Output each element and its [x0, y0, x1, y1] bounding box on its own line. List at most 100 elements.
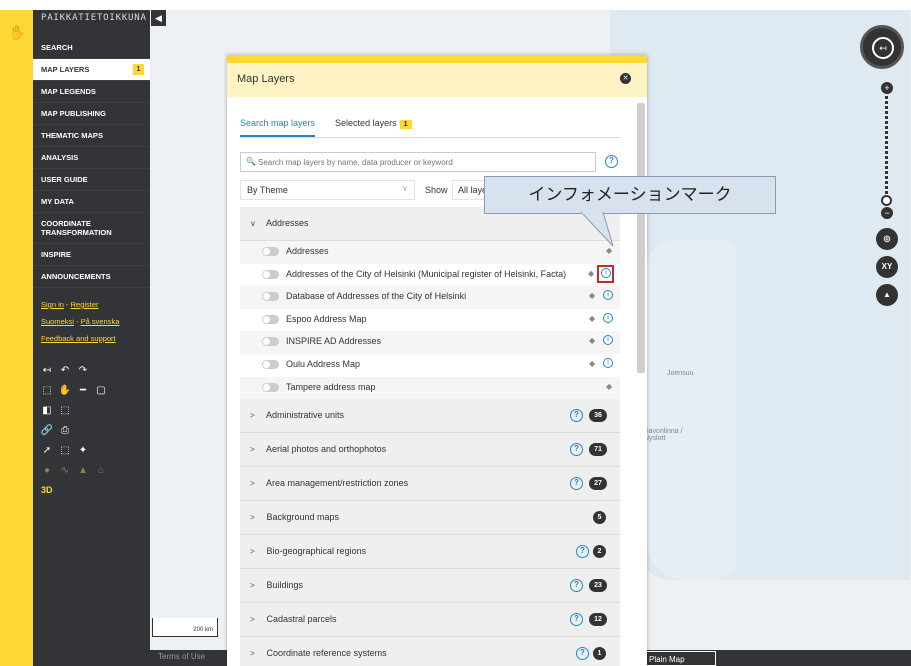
plain-map-button[interactable]: Plain Map: [640, 651, 716, 666]
map-label-savonlinna: Savonlinna / Nyslott: [644, 428, 683, 442]
sidebar-item-map-layers[interactable]: MAP LAYERS 1: [33, 59, 150, 81]
panel-scrollbar[interactable]: [637, 103, 645, 373]
three-d-button[interactable]: 3D: [41, 485, 53, 495]
info-icon[interactable]: i: [603, 357, 613, 368]
north-arrow-icon[interactable]: ▲: [876, 284, 898, 306]
feature-info-icon[interactable]: ✦: [77, 444, 89, 456]
group-cadastral-parcels[interactable]: > Cadastral parcels ? 12: [240, 603, 620, 638]
print-icon[interactable]: ⎙: [59, 424, 71, 436]
map-print-area-icon[interactable]: ◧: [41, 404, 53, 416]
sidebar-item-my-data[interactable]: MY DATA: [33, 191, 150, 213]
layer-toggle[interactable]: [262, 359, 279, 369]
zoom-slider-handle[interactable]: [881, 195, 892, 206]
help-icon[interactable]: ?: [570, 443, 583, 457]
grouping-select[interactable]: By Theme ∨: [240, 180, 415, 200]
zoom-in-button[interactable]: +: [881, 82, 893, 94]
group-coordinate-reference-systems[interactable]: > Coordinate reference systems ? 1: [240, 637, 620, 666]
sidebar-item-search[interactable]: SEARCH: [33, 37, 150, 59]
sign-in-link[interactable]: Sign in: [41, 300, 64, 309]
panel-title: Map Layers: [237, 73, 295, 85]
layer-edit-icon: ⌂: [97, 464, 105, 476]
layer-name: Addresses: [286, 246, 329, 256]
sidebar-item-analysis[interactable]: ANALYSIS: [33, 147, 150, 169]
layer-toggle[interactable]: [262, 382, 279, 392]
sidebar-item-map-legends[interactable]: MAP LEGENDS: [33, 81, 150, 103]
group-administrative-units[interactable]: > Administrative units ? 36: [240, 399, 620, 434]
help-icon[interactable]: ?: [570, 579, 583, 593]
brand-title: PAIKKATIETOIKKUNA: [41, 13, 147, 23]
callout-pointer: [581, 212, 614, 247]
layer-toggle[interactable]: [262, 269, 279, 279]
layer-stack-icon: ◆: [589, 291, 596, 301]
logo-icon: ✋: [8, 24, 26, 40]
help-icon[interactable]: ?: [576, 545, 589, 559]
sidebar-item-coordinate-transformation[interactable]: COORDINATE TRANSFORMATION: [33, 213, 150, 244]
layer-toggle[interactable]: [262, 247, 279, 256]
panel-tabs: Search map layers Selected layers 1: [240, 114, 621, 138]
help-icon[interactable]: ?: [605, 155, 618, 168]
help-icon[interactable]: ?: [570, 409, 583, 423]
sidebar-item-thematic-maps[interactable]: THEMATIC MAPS: [33, 125, 150, 147]
layer-toggle[interactable]: [262, 292, 279, 302]
sidebar-item-announcements[interactable]: ANNOUNCEMENTS: [33, 266, 150, 288]
group-area-management[interactable]: > Area management/restriction zones ? 27: [240, 467, 620, 502]
tab-search-map-layers[interactable]: Search map layers: [240, 114, 316, 137]
marker-icon[interactable]: ➚: [41, 444, 53, 456]
register-link[interactable]: Register: [71, 300, 99, 309]
layer-count-badge: 36: [589, 409, 607, 423]
select-feature-icon[interactable]: ⬚: [59, 444, 71, 456]
collapse-sidebar-button[interactable]: ◀: [151, 10, 166, 26]
compass-control[interactable]: ↤: [860, 25, 904, 69]
scale-bar: 200 km: [152, 618, 218, 637]
measure-area-icon[interactable]: ▢: [95, 384, 107, 396]
draw-point-icon: ●: [43, 464, 51, 476]
group-bio-geographical-regions[interactable]: > Bio-geographical regions ? 2: [240, 535, 620, 570]
info-icon[interactable]: i: [603, 335, 613, 346]
tab-selected-layers[interactable]: Selected layers 1: [335, 114, 412, 137]
chevron-right-icon: >: [250, 411, 255, 421]
layer-count-badge: 71: [589, 443, 607, 457]
zoom-slider[interactable]: [885, 96, 888, 204]
select-area-icon[interactable]: ⬚: [59, 404, 71, 416]
draw-area-icon: ▲: [78, 464, 88, 476]
show-label: Show: [425, 185, 448, 195]
pan-icon[interactable]: ✋: [59, 384, 71, 396]
map-layers-panel: Map Layers ✕ Search map layers Selected …: [227, 55, 647, 666]
group-buildings[interactable]: > Buildings ? 23: [240, 569, 620, 604]
help-icon[interactable]: ?: [570, 477, 583, 491]
help-icon[interactable]: ?: [576, 647, 589, 661]
close-icon[interactable]: ✕: [620, 73, 631, 84]
link-icon[interactable]: 🔗: [41, 424, 53, 436]
chevron-right-icon: >: [250, 581, 255, 591]
sidebar-item-user-guide[interactable]: USER GUIDE: [33, 169, 150, 191]
help-icon[interactable]: ?: [570, 613, 583, 627]
sidebar-item-inspire[interactable]: INSPIRE: [33, 244, 150, 266]
suomeksi-link[interactable]: Suomeksi: [41, 317, 74, 326]
zoom-box-icon[interactable]: ⬚: [41, 384, 53, 396]
locate-button[interactable]: ◎: [876, 228, 898, 250]
layer-row: INSPIRE AD Addresses ◆ i: [240, 331, 620, 354]
search-input[interactable]: [256, 153, 586, 171]
sidebar-item-map-publishing[interactable]: MAP PUBLISHING: [33, 103, 150, 125]
layer-toggle[interactable]: [262, 337, 279, 347]
group-background-maps[interactable]: > Background maps 5: [240, 501, 620, 536]
pa-svenska-link[interactable]: På svenska: [81, 317, 120, 326]
measure-line-icon[interactable]: ━: [77, 384, 89, 396]
feedback-link[interactable]: Feedback and support: [33, 330, 150, 347]
redo-icon[interactable]: ↷: [77, 364, 89, 376]
info-icon[interactable]: i: [603, 290, 613, 301]
terms-of-use-link[interactable]: Terms of Use: [158, 652, 205, 661]
zoom-out-button[interactable]: −: [881, 207, 893, 219]
search-box: 🔍: [240, 152, 596, 172]
undo-icon[interactable]: ↶: [59, 364, 71, 376]
group-name: Administrative units: [266, 410, 345, 421]
xy-button[interactable]: XY: [876, 256, 898, 278]
back-icon[interactable]: ↤: [41, 364, 53, 376]
group-aerial-photos[interactable]: > Aerial photos and orthophotos ? 71: [240, 433, 620, 468]
layer-name: Espoo Address Map: [286, 313, 367, 324]
group-name: Aerial photos and orthophotos: [266, 444, 387, 455]
info-icon[interactable]: i: [603, 312, 613, 323]
layer-toggle[interactable]: [262, 314, 279, 324]
group-name: Buildings: [266, 580, 304, 591]
layer-name: Oulu Address Map: [286, 358, 361, 369]
